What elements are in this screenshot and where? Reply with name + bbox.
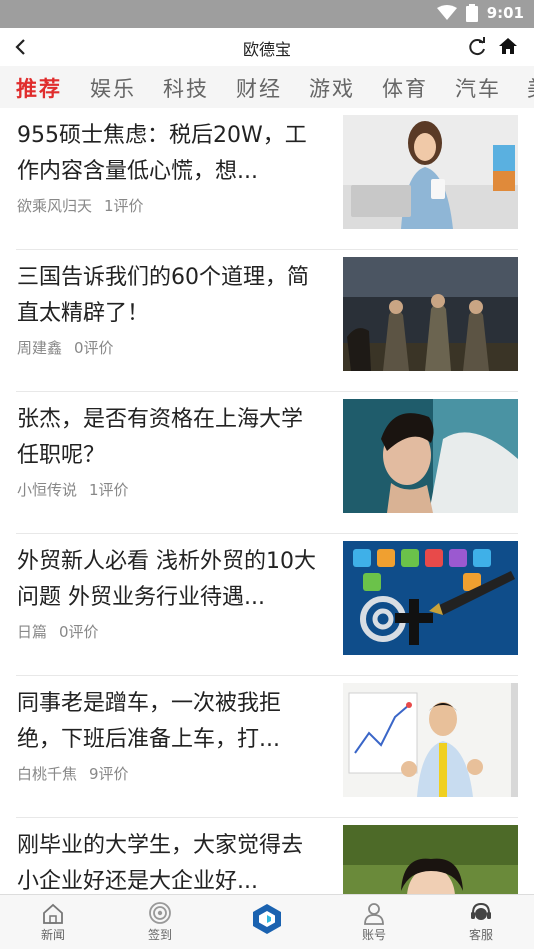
- app-logo-icon: [253, 904, 281, 934]
- category-tabs: 推荐 娱乐 科技 财经 游戏 体育 汽车 美: [0, 66, 534, 108]
- status-bar: 9:01: [0, 0, 534, 28]
- article-thumbnail: [343, 825, 518, 894]
- tab-more[interactable]: 美: [527, 73, 534, 103]
- article-feed: 955硕士焦虑：税后20W，工作内容含量低心慌，想... 欲乘风归天 1评价 三国…: [0, 108, 534, 894]
- article-title: 同事老是蹭车，一次被我拒绝，下班后准备上车，打...: [17, 691, 282, 752]
- status-icons: 9:01: [436, 4, 524, 22]
- article-thumbnail: [343, 257, 518, 371]
- article-comments: 1评价: [89, 481, 129, 499]
- nav-customer-service[interactable]: 客服: [451, 901, 511, 943]
- article-author: 白桃千焦: [17, 765, 78, 783]
- article-title: 955硕士焦虑：税后20W，工作内容含量低心慌，想...: [17, 123, 307, 184]
- top-bar: 欧德宝: [0, 28, 534, 66]
- article-author: 周建鑫: [17, 339, 63, 357]
- article-title: 三国告诉我们的60个道理，简直太精辟了！: [17, 265, 309, 326]
- article-meta: 日篇 0评价: [17, 621, 99, 642]
- article-item[interactable]: 955硕士焦虑：税后20W，工作内容含量低心慌，想... 欲乘风归天 1评价: [0, 108, 534, 250]
- article-comments: 1评价: [104, 197, 144, 215]
- article-thumbnail: [343, 115, 518, 229]
- refresh-button[interactable]: [466, 36, 488, 58]
- home-button[interactable]: [498, 36, 520, 58]
- tab-tech[interactable]: 科技: [163, 73, 209, 103]
- article-meta: 小恒传说 1评价: [17, 479, 129, 500]
- article-item[interactable]: 张杰，是否有资格在上海大学任职呢？ 小恒传说 1评价: [0, 392, 534, 534]
- nav-checkin[interactable]: 签到: [130, 901, 190, 943]
- article-meta: 周建鑫 0评价: [17, 337, 114, 358]
- tab-entertainment[interactable]: 娱乐: [90, 73, 136, 103]
- article-title: 刚毕业的大学生，大家觉得去小企业好还是大企业好...: [17, 833, 304, 894]
- nav-label: 账号: [361, 928, 386, 942]
- article-comments: 0评价: [74, 339, 114, 357]
- checkin-icon: [149, 902, 171, 924]
- home-icon: [499, 38, 517, 54]
- article-thumbnail: [343, 683, 518, 797]
- nav-home-logo[interactable]: [237, 901, 297, 937]
- tab-sports[interactable]: 体育: [382, 73, 428, 103]
- nav-news[interactable]: 新闻: [23, 901, 83, 943]
- article-meta: 白桃千焦 9评价: [17, 763, 129, 784]
- article-comments: 0评价: [59, 623, 99, 641]
- nav-label: 客服: [468, 928, 493, 942]
- tab-finance[interactable]: 财经: [236, 73, 282, 103]
- article-item[interactable]: 刚毕业的大学生，大家觉得去小企业好还是大企业好...: [0, 818, 534, 894]
- tab-recommend[interactable]: 推荐: [16, 73, 62, 103]
- article-item[interactable]: 同事老是蹭车，一次被我拒绝，下班后准备上车，打... 白桃千焦 9评价: [0, 676, 534, 818]
- article-comments: 9评价: [89, 765, 129, 783]
- wifi-icon: [436, 5, 457, 21]
- refresh-icon: [469, 37, 485, 56]
- nav-label: 新闻: [40, 928, 65, 942]
- article-meta: 欲乘风归天 1评价: [17, 195, 144, 216]
- customer-service-icon: [471, 902, 491, 920]
- article-item[interactable]: 三国告诉我们的60个道理，简直太精辟了！ 周建鑫 0评价: [0, 250, 534, 392]
- bottom-nav: 新闻 签到 账号 客服: [0, 894, 534, 949]
- news-icon: [43, 903, 63, 924]
- article-title: 外贸新人必看 浅析外贸的10大问题 外贸业务行业待遇...: [17, 549, 316, 610]
- article-author: 日篇: [17, 623, 48, 641]
- nav-account[interactable]: 账号: [344, 901, 404, 943]
- article-item[interactable]: 外贸新人必看 浅析外贸的10大问题 外贸业务行业待遇... 日篇 0评价: [0, 534, 534, 676]
- account-icon: [364, 903, 384, 925]
- tab-auto[interactable]: 汽车: [455, 73, 501, 103]
- tab-games[interactable]: 游戏: [309, 73, 355, 103]
- article-author: 欲乘风归天: [17, 197, 93, 215]
- page-title: 欧德宝: [242, 40, 291, 59]
- article-title: 张杰，是否有资格在上海大学任职呢？: [17, 407, 304, 468]
- battery-icon: [465, 4, 479, 22]
- nav-label: 签到: [147, 928, 172, 942]
- article-author: 小恒传说: [17, 481, 78, 499]
- status-time: 9:01: [486, 4, 524, 22]
- article-thumbnail: [343, 399, 518, 513]
- article-thumbnail: [343, 541, 518, 655]
